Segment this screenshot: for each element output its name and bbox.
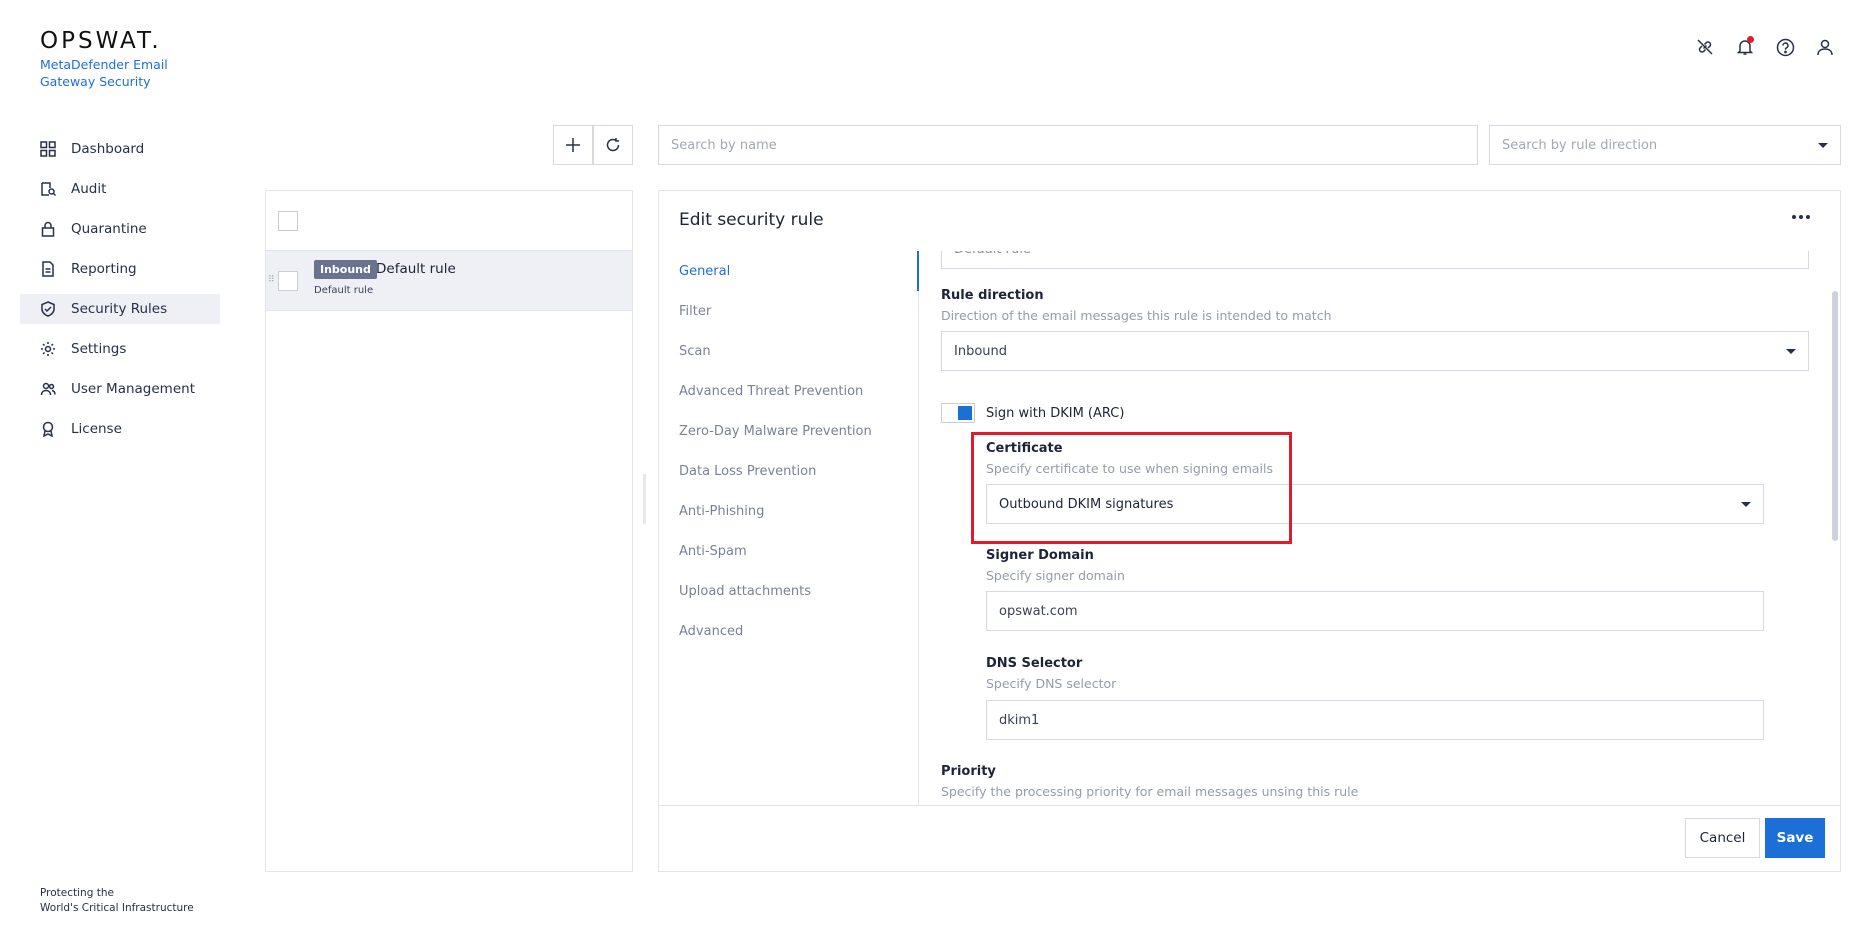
tab-filter[interactable]: Filter xyxy=(659,291,918,331)
sidebar-item-label: Reporting xyxy=(71,261,137,277)
tab-general[interactable]: General xyxy=(659,251,919,291)
row-checkbox[interactable] xyxy=(278,271,298,291)
audit-icon xyxy=(40,181,56,197)
rule-direction-desc: Direction of the email messages this rul… xyxy=(941,308,1332,323)
signer-domain-desc: Specify signer domain xyxy=(986,568,1125,583)
bell-icon[interactable] xyxy=(1734,36,1756,58)
chevron-down-icon xyxy=(1786,348,1796,354)
product-name: MetaDefender Email Gateway Security xyxy=(40,57,168,89)
certificate-dropdown[interactable]: Outbound DKIM signatures xyxy=(986,484,1764,524)
plus-icon xyxy=(566,138,580,152)
certificate-value: Outbound DKIM signatures xyxy=(999,496,1174,512)
opswat-logo: OPSWAT. xyxy=(40,28,162,54)
tab-anti-phishing[interactable]: Anti-Phishing xyxy=(659,491,918,531)
add-rule-button[interactable] xyxy=(553,125,593,165)
dashboard-icon xyxy=(40,141,56,157)
certificate-desc: Specify certificate to use when signing … xyxy=(986,461,1273,476)
priority-label: Priority xyxy=(941,764,996,779)
sidebar-item-label: Dashboard xyxy=(71,141,145,157)
form-scrollbar[interactable] xyxy=(1832,291,1838,541)
rules-list-header xyxy=(266,191,632,251)
edit-rule-panel: Edit security rule General Filter Scan A… xyxy=(658,190,1841,872)
select-all-checkbox[interactable] xyxy=(278,211,298,231)
panel-splitter[interactable] xyxy=(643,474,646,524)
rule-name: Default rule xyxy=(376,261,456,277)
sidebar-item-label: Audit xyxy=(71,181,107,197)
tab-scan[interactable]: Scan xyxy=(659,331,918,371)
dns-selector-input[interactable]: dkim1 xyxy=(986,700,1764,740)
drag-handle-icon[interactable]: ⠿ xyxy=(268,275,275,285)
general-form: Default rule Rule direction Direction of… xyxy=(920,251,1840,807)
sidebar-item-user-management[interactable]: User Management xyxy=(20,374,220,404)
rule-direction-value: Inbound xyxy=(954,343,1008,359)
search-by-name-field[interactable] xyxy=(658,125,1478,165)
refresh-button[interactable] xyxy=(593,125,633,165)
rule-description: Default rule xyxy=(314,285,374,296)
badge-icon xyxy=(40,421,56,437)
cancel-button[interactable]: Cancel xyxy=(1685,818,1760,858)
rules-list: ⠿ Inbound Default rule Default rule xyxy=(265,190,633,872)
sidebar-item-reporting[interactable]: Reporting xyxy=(20,254,220,284)
tab-zero-day-malware-prevention[interactable]: Zero-Day Malware Prevention xyxy=(659,411,918,451)
rule-direction-label: Rule direction xyxy=(941,288,1044,303)
search-by-name-input[interactable] xyxy=(671,137,1465,153)
certificate-label: Certificate xyxy=(986,441,1063,456)
tab-advanced-threat-prevention[interactable]: Advanced Threat Prevention xyxy=(659,371,918,411)
more-options-icon[interactable] xyxy=(1792,215,1810,219)
sidebar-item-quarantine[interactable]: Quarantine xyxy=(20,214,220,244)
footer-line: World's Critical Infrastructure xyxy=(40,902,194,914)
tab-anti-spam[interactable]: Anti-Spam xyxy=(659,531,918,571)
tab-data-loss-prevention[interactable]: Data Loss Prevention xyxy=(659,451,918,491)
edit-footer: Cancel Save xyxy=(659,805,1840,871)
signer-domain-input[interactable]: opswat.com xyxy=(986,591,1764,631)
toggle-knob xyxy=(958,406,972,420)
gear-icon xyxy=(40,341,56,357)
sidebar-item-label: License xyxy=(71,421,122,437)
sidebar-item-label: Quarantine xyxy=(71,221,147,237)
edit-tabs: General Filter Scan Advanced Threat Prev… xyxy=(659,251,919,807)
signer-domain-label: Signer Domain xyxy=(986,548,1094,563)
priority-desc: Specify the processing priority for emai… xyxy=(941,784,1359,799)
users-icon xyxy=(40,381,56,397)
user-icon[interactable] xyxy=(1814,36,1836,58)
notification-dot xyxy=(1747,36,1754,43)
lock-icon xyxy=(40,221,56,237)
direction-badge: Inbound xyxy=(314,260,377,279)
sidebar-item-label: User Management xyxy=(71,381,195,397)
dns-selector-label: DNS Selector xyxy=(986,656,1083,671)
footer-line: Protecting the xyxy=(40,887,114,899)
chevron-down-icon xyxy=(1818,142,1828,148)
sidebar-item-settings[interactable]: Settings xyxy=(20,334,220,364)
sidebar-item-license[interactable]: License xyxy=(20,414,220,444)
refresh-icon xyxy=(606,138,620,152)
sidebar-item-dashboard[interactable]: Dashboard xyxy=(20,134,220,164)
sidebar-nav: Dashboard Audit Quarantine Reporting Sec… xyxy=(20,134,220,454)
page-title: Edit security rule xyxy=(679,210,824,230)
rule-direction-select[interactable] xyxy=(1489,125,1841,165)
sidebar-item-security-rules[interactable]: Security Rules xyxy=(20,294,220,324)
rule-direction-dropdown[interactable]: Inbound xyxy=(941,331,1809,371)
tab-advanced[interactable]: Advanced xyxy=(659,611,918,651)
table-row[interactable]: ⠿ Inbound Default rule Default rule xyxy=(266,251,632,311)
dkim-toggle-label: Sign with DKIM (ARC) xyxy=(986,406,1125,421)
help-icon[interactable] xyxy=(1774,36,1796,58)
sidebar-footer: Protecting the World's Critical Infrastr… xyxy=(40,886,194,916)
sidebar-item-audit[interactable]: Audit xyxy=(20,174,220,204)
tab-upload-attachments[interactable]: Upload attachments xyxy=(659,571,918,611)
dkim-toggle[interactable] xyxy=(941,403,975,423)
header-actions xyxy=(1694,36,1836,58)
search-by-direction-input[interactable] xyxy=(1502,137,1818,153)
document-icon xyxy=(40,261,56,277)
dns-selector-desc: Specify DNS selector xyxy=(986,676,1117,691)
save-button[interactable]: Save xyxy=(1765,818,1825,858)
sidebar-item-label: Security Rules xyxy=(71,301,168,317)
link-icon[interactable] xyxy=(1694,36,1716,58)
sidebar-item-label: Settings xyxy=(71,341,127,357)
chevron-down-icon xyxy=(1741,501,1751,507)
rule-name-field[interactable]: Default rule xyxy=(941,251,1809,269)
shield-icon xyxy=(40,301,56,317)
